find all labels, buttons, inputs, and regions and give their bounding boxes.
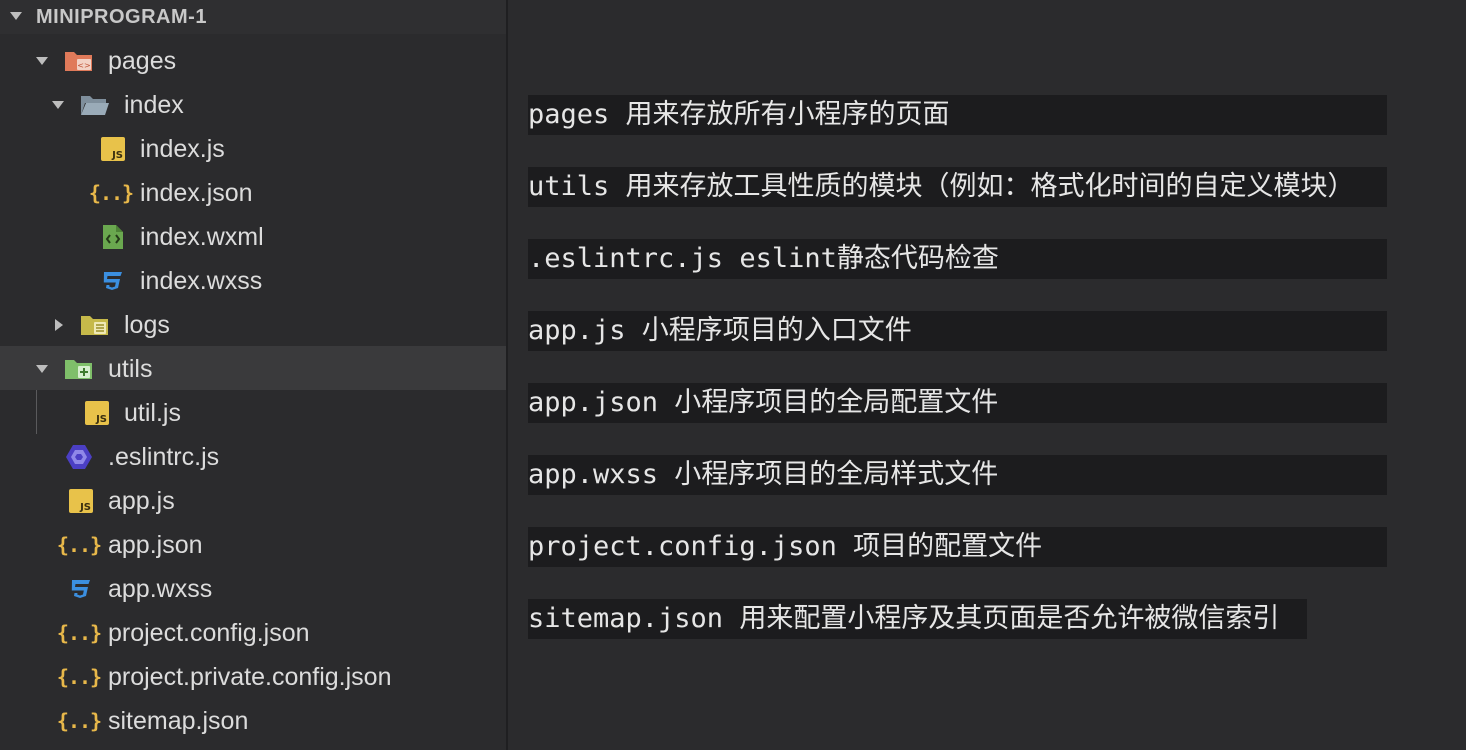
note-line: project.config.json 项目的配置文件 xyxy=(528,527,1387,567)
json-file-icon: {..} xyxy=(88,181,134,205)
tree-item-sitemap-json[interactable]: {..} sitemap.json xyxy=(0,698,506,742)
css3-file-icon xyxy=(98,268,128,294)
tree-item-eslintrc[interactable]: .eslintrc.js xyxy=(0,434,506,478)
json-file-icon: {..} xyxy=(56,533,102,557)
tree-item-util-js[interactable]: JS util.js xyxy=(0,390,506,434)
chevron-down-icon xyxy=(36,365,48,373)
tree-item-label: index.js xyxy=(140,135,225,163)
file-explorer: MINIPROGRAM-1 <> pages index JS index.js… xyxy=(0,0,508,750)
json-file-icon: {..} xyxy=(56,665,102,689)
json-file-icon: {..} xyxy=(56,621,102,645)
pages-folder-icon: <> xyxy=(64,48,94,74)
note-line: sitemap.json 用来配置小程序及其页面是否允许被微信索引 xyxy=(528,599,1307,639)
tree-item-app-wxss[interactable]: app.wxss xyxy=(0,566,506,610)
js-file-icon: JS xyxy=(66,488,96,514)
note-line: app.json 小程序项目的全局配置文件 xyxy=(528,383,1387,423)
tree-item-logs[interactable]: logs xyxy=(0,302,506,346)
chevron-down-icon xyxy=(36,57,48,65)
tree-item-index-folder[interactable]: index xyxy=(0,82,506,126)
tree-item-label: .eslintrc.js xyxy=(108,443,220,471)
tree-item-label: project.private.config.json xyxy=(108,663,392,691)
note-line: app.js 小程序项目的入口文件 xyxy=(528,311,1387,351)
note-line: pages 用来存放所有小程序的页面 xyxy=(528,95,1387,135)
tree-item-pages[interactable]: <> pages xyxy=(0,38,506,82)
chevron-down-icon xyxy=(52,101,64,109)
tree-item-index-js[interactable]: JS index.js xyxy=(0,126,506,170)
tree-item-index-wxml[interactable]: index.wxml xyxy=(0,214,506,258)
tree-item-label: index.json xyxy=(140,179,253,207)
tree-item-label: index.wxml xyxy=(140,223,264,251)
svg-text:<>: <> xyxy=(77,61,90,70)
tree-item-label: pages xyxy=(108,47,177,75)
tree-item-label: index xyxy=(124,91,184,119)
wxml-file-icon xyxy=(98,224,128,250)
tree-item-app-js[interactable]: JS app.js xyxy=(0,478,506,522)
tree-item-label: utils xyxy=(108,355,153,383)
note-line: app.wxss 小程序项目的全局样式文件 xyxy=(528,455,1387,495)
tree-item-label: index.wxss xyxy=(140,267,263,295)
js-file-icon: JS xyxy=(98,136,128,162)
chevron-down-icon xyxy=(10,12,22,20)
js-file-icon: JS xyxy=(82,400,112,426)
tree-item-app-json[interactable]: {..} app.json xyxy=(0,522,506,566)
note-line: utils 用来存放工具性质的模块（例如：格式化时间的自定义模块） xyxy=(528,167,1387,207)
css3-file-icon xyxy=(66,576,96,602)
note-line: .eslintrc.js eslint静态代码检查 xyxy=(528,239,1387,279)
eslint-icon xyxy=(64,444,94,470)
tree-item-label: util.js xyxy=(124,399,181,427)
chevron-right-icon xyxy=(55,319,63,331)
explorer-root-label: MINIPROGRAM-1 xyxy=(36,6,207,28)
open-folder-icon xyxy=(80,92,110,118)
tree-item-project-private-config-json[interactable]: {..} project.private.config.json xyxy=(0,654,506,698)
tree-item-project-config-json[interactable]: {..} project.config.json xyxy=(0,610,506,654)
tree-item-label: sitemap.json xyxy=(108,707,249,735)
tree-item-index-wxss[interactable]: index.wxss xyxy=(0,258,506,302)
tree-item-label: logs xyxy=(124,311,170,339)
logs-folder-icon xyxy=(80,312,110,338)
tree-item-label: app.wxss xyxy=(108,575,213,603)
tree-item-label: project.config.json xyxy=(108,619,310,647)
utils-folder-icon xyxy=(64,356,94,382)
explorer-root-header[interactable]: MINIPROGRAM-1 xyxy=(0,0,506,34)
tree-item-label: app.js xyxy=(108,487,175,515)
tree-item-index-json[interactable]: {..} index.json xyxy=(0,170,506,214)
tree-item-label: app.json xyxy=(108,531,203,559)
tree-item-utils[interactable]: utils xyxy=(0,346,506,390)
json-file-icon: {..} xyxy=(56,709,102,733)
